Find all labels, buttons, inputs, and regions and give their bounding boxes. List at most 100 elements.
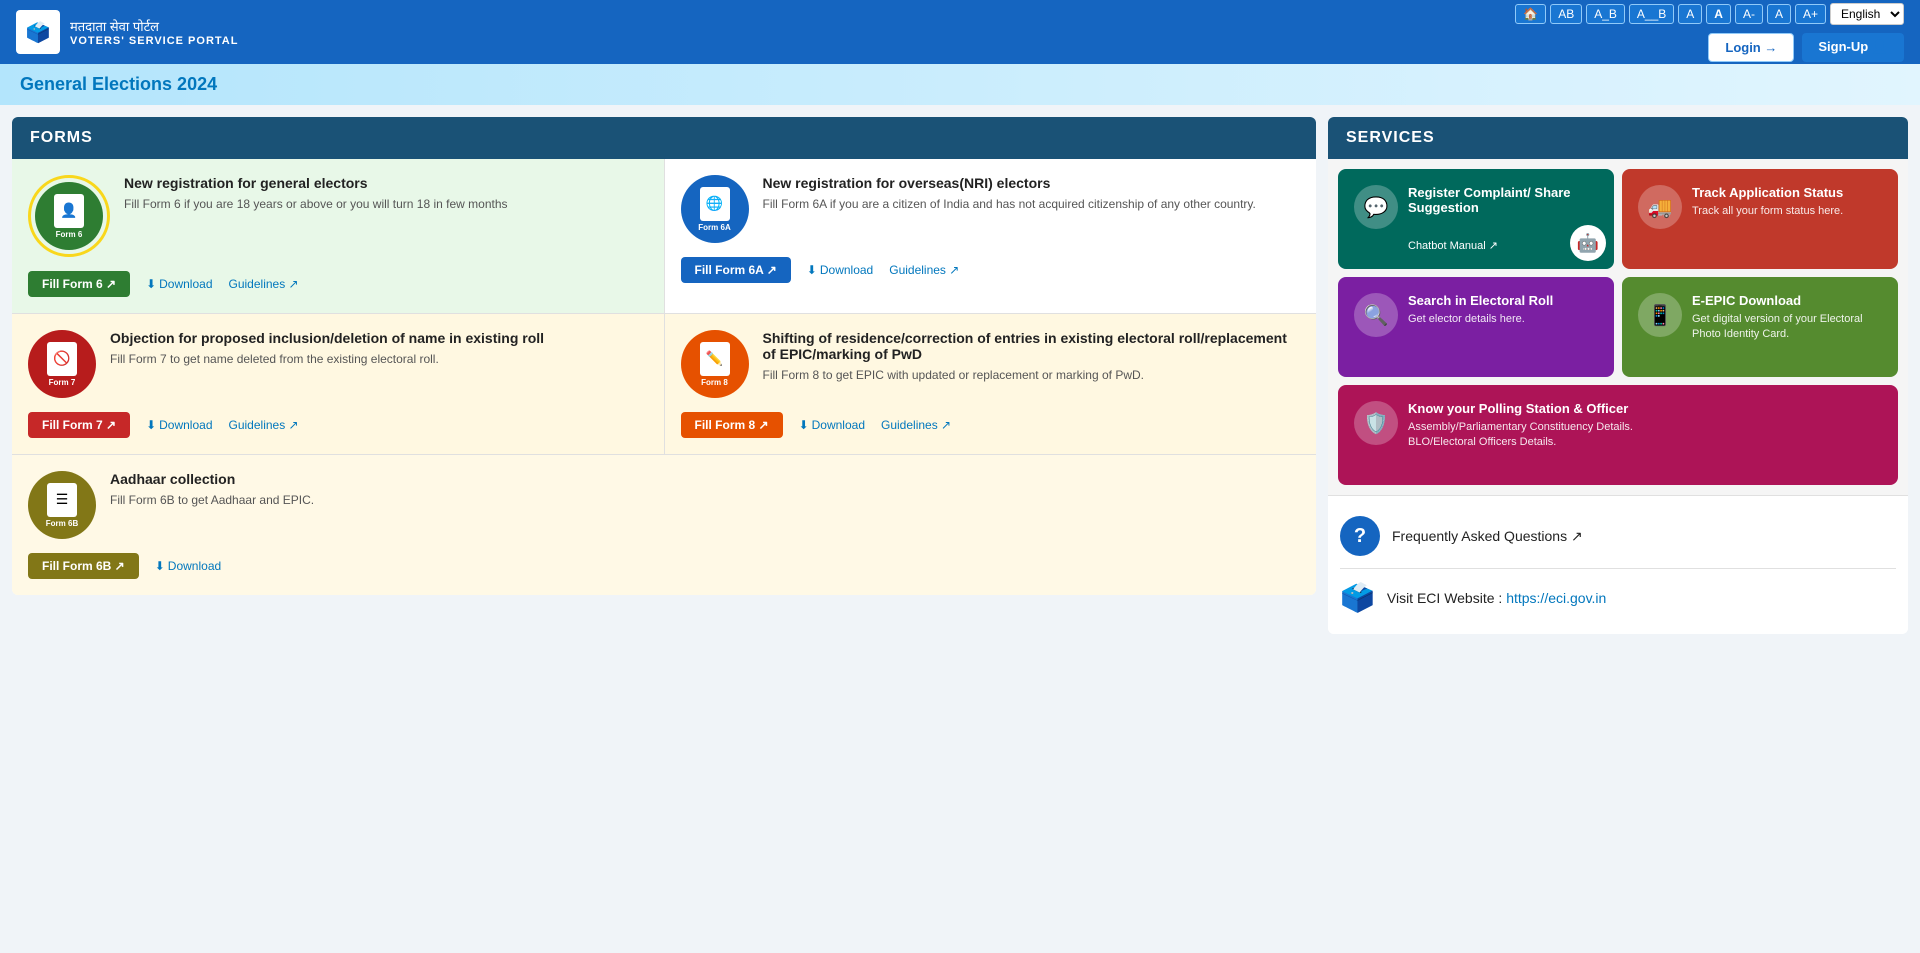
complaint-title: Register Complaint/ Share Suggestion: [1408, 185, 1598, 215]
form6-icon-outer: 👤 Form 6: [28, 175, 110, 257]
visit-prefix: Visit ECI Website :: [1387, 590, 1506, 606]
font-plus-btn[interactable]: A+: [1795, 4, 1826, 24]
faq-row: ? Frequently Asked Questions ↗: [1340, 504, 1896, 569]
header-left: 🗳️ मतदाता सेवा पोर्टल VOTERS' SERVICE PO…: [16, 10, 238, 54]
services-section: SERVICES 💬 Register Complaint/ Share Sug…: [1328, 117, 1908, 634]
form6a-card: 🌐 Form 6A New registration for overseas(…: [665, 159, 1317, 313]
eci-link[interactable]: https://eci.gov.in: [1506, 590, 1606, 606]
eci-logo-icon: 🗳️: [1340, 581, 1375, 614]
font-minus-btn[interactable]: A-: [1735, 4, 1763, 24]
guidelines-form8-button[interactable]: Guidelines ↗: [881, 418, 951, 432]
service-register-complaint[interactable]: 💬 Register Complaint/ Share Suggestion C…: [1338, 169, 1614, 269]
download-form6a-button[interactable]: ⬇ Download: [807, 263, 873, 277]
service-polling-station[interactable]: 🛡️ Know your Polling Station & Officer A…: [1338, 385, 1898, 485]
main-layout: FORMS 👤 Form 6 New registration for: [0, 105, 1920, 646]
form6a-icon: 🌐 Form 6A: [681, 175, 749, 243]
form8-info: Shifting of residence/correction of entr…: [763, 330, 1301, 384]
form6b-icon: ☰ Form 6B: [28, 471, 96, 539]
form6-title: New registration for general electors: [124, 175, 648, 191]
fill-form6b-button[interactable]: Fill Form 6B ↗: [28, 553, 139, 579]
epic-icon: 📱: [1638, 293, 1682, 337]
service-track-application[interactable]: 🚚 Track Application Status Track all you…: [1622, 169, 1898, 269]
form7-icon: 🚫 Form 7: [28, 330, 96, 398]
search-text: Search in Electoral Roll Get elector det…: [1408, 293, 1598, 327]
track-text: Track Application Status Track all your …: [1692, 185, 1882, 219]
election-banner: General Elections 2024: [0, 64, 1920, 105]
header: 🗳️ मतदाता सेवा पोर्टल VOTERS' SERVICE PO…: [0, 0, 1920, 64]
polling-icon: 🛡️: [1354, 401, 1398, 445]
faq-text[interactable]: Frequently Asked Questions ↗: [1392, 528, 1583, 545]
form6-desc: Fill Form 6 if you are 18 years or above…: [124, 195, 648, 213]
form8-title: Shifting of residence/correction of entr…: [763, 330, 1301, 362]
visit-row: 🗳️ Visit ECI Website : https://eci.gov.i…: [1340, 569, 1896, 626]
service-search-electoral[interactable]: 🔍 Search in Electoral Roll Get elector d…: [1338, 277, 1614, 377]
font-normal-btn[interactable]: A: [1767, 4, 1791, 24]
epic-desc: Get digital version of your Electoral Ph…: [1692, 312, 1882, 343]
form8-desc: Fill Form 8 to get EPIC with updated or …: [763, 366, 1301, 384]
form6a-doc-icon: 🌐: [700, 187, 730, 221]
complaint-icon: 💬: [1354, 185, 1398, 229]
banner-text: General Elections 2024: [20, 74, 217, 94]
form6b-desc: Fill Form 6B to get Aadhaar and EPIC.: [110, 491, 1300, 509]
guidelines-form6-button[interactable]: Guidelines ↗: [229, 277, 299, 291]
form6-card-top: 👤 Form 6 New registration for general el…: [28, 175, 648, 257]
epic-title: E-EPIC Download: [1692, 293, 1882, 308]
polling-desc2: BLO/Electoral Officers Details.: [1408, 435, 1882, 450]
font-a-bold-btn[interactable]: A: [1706, 4, 1731, 24]
form6a-info: New registration for overseas(NRI) elect…: [763, 175, 1301, 213]
download-form8-button[interactable]: ⬇ Download: [799, 418, 865, 432]
form7-desc: Fill Form 7 to get name deleted from the…: [110, 350, 648, 368]
font-a-btn[interactable]: A: [1678, 4, 1702, 24]
contrast-a-b-btn[interactable]: A_B: [1586, 4, 1625, 24]
form6a-title: New registration for overseas(NRI) elect…: [763, 175, 1301, 191]
form7-doc-icon: 🚫: [47, 342, 77, 376]
search-title: Search in Electoral Roll: [1408, 293, 1598, 308]
form7-card: 🚫 Form 7 Objection for proposed inclusio…: [12, 314, 664, 454]
form7-actions: Fill Form 7 ↗ ⬇ Download Guidelines ↗: [28, 412, 648, 438]
track-desc: Track all your form status here.: [1692, 204, 1882, 219]
track-icon: 🚚: [1638, 185, 1682, 229]
faq-icon: ?: [1340, 516, 1380, 556]
download-form6-button[interactable]: ⬇ Download: [146, 277, 212, 291]
form8-icon-label: Form 8: [701, 378, 728, 387]
logo-icon: 🗳️: [16, 10, 60, 54]
services-section-header: SERVICES: [1328, 117, 1908, 159]
fill-form6-button[interactable]: Fill Form 6 ↗: [28, 271, 130, 297]
accessibility-bar: 🏠 AB A_B A__B A A A- A A+ English हिन्दी: [1515, 3, 1904, 25]
faq-label: Frequently Asked Questions ↗: [1392, 528, 1583, 544]
form6-icon-circle: 👤 Form 6: [35, 182, 103, 250]
contrast-ab-btn[interactable]: AB: [1550, 4, 1582, 24]
form6-card: 👤 Form 6 New registration for general el…: [12, 159, 664, 313]
guidelines-form7-button[interactable]: Guidelines ↗: [229, 418, 299, 432]
form8-doc-icon: ✏️: [700, 342, 730, 376]
epic-text: E-EPIC Download Get digital version of y…: [1692, 293, 1882, 343]
form6b-info: Aadhaar collection Fill Form 6B to get A…: [110, 471, 1300, 509]
service-epic-download[interactable]: 📱 E-EPIC Download Get digital version of…: [1622, 277, 1898, 377]
track-title: Track Application Status: [1692, 185, 1882, 200]
form6a-icon-label: Form 6A: [698, 223, 730, 232]
fill-form7-button[interactable]: Fill Form 7 ↗: [28, 412, 130, 438]
form6-icon-label: Form 6: [56, 230, 83, 239]
signup-button[interactable]: Sign-Up 👤: [1802, 33, 1904, 62]
fill-form6a-button[interactable]: Fill Form 6A ↗: [681, 257, 791, 283]
login-button[interactable]: Login →: [1708, 33, 1794, 62]
form6b-doc-icon: ☰: [47, 483, 77, 517]
contrast-a--b-btn[interactable]: A__B: [1629, 4, 1674, 24]
form6a-card-top: 🌐 Form 6A New registration for overseas(…: [681, 175, 1301, 243]
language-select[interactable]: English हिन्दी: [1830, 3, 1904, 25]
form6b-title: Aadhaar collection: [110, 471, 1300, 487]
guidelines-form6a-button[interactable]: Guidelines ↗: [889, 263, 959, 277]
fill-form8-button[interactable]: Fill Form 8 ↗: [681, 412, 783, 438]
download-form7-button[interactable]: ⬇ Download: [146, 418, 212, 432]
form7-info: Objection for proposed inclusion/deletio…: [110, 330, 648, 368]
forms-section: FORMS 👤 Form 6 New registration for: [12, 117, 1316, 595]
download-form6b-button[interactable]: ⬇ Download: [155, 559, 221, 573]
form6b-actions: Fill Form 6B ↗ ⬇ Download: [28, 553, 1300, 579]
title-hindi: मतदाता सेवा पोर्टल: [70, 17, 238, 35]
polling-desc1: Assembly/Parliamentary Constituency Deta…: [1408, 420, 1882, 435]
visit-text: Visit ECI Website : https://eci.gov.in: [1387, 590, 1606, 606]
form6b-icon-label: Form 6B: [46, 519, 78, 528]
form6b-card: ☰ Form 6B Aadhaar collection Fill Form 6…: [12, 454, 1316, 595]
form6a-desc: Fill Form 6A if you are a citizen of Ind…: [763, 195, 1301, 213]
home-btn[interactable]: 🏠: [1515, 4, 1546, 24]
